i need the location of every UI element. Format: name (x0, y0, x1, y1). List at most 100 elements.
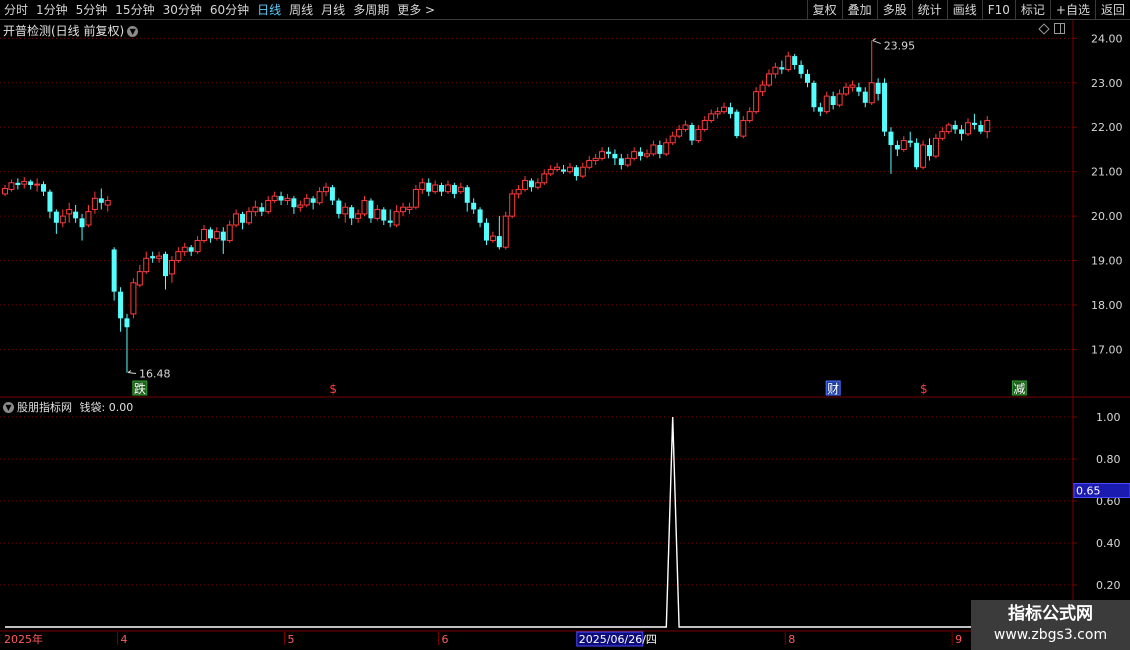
candle (541, 169, 548, 185)
price-tick-label: 19.00 (1091, 255, 1123, 268)
candle-body (971, 122, 977, 125)
candle (817, 102, 823, 117)
tool-button-2[interactable]: 多股 (876, 0, 912, 20)
panel-toggle-icon[interactable] (1054, 23, 1065, 34)
candle (669, 131, 676, 145)
candle-body (638, 151, 644, 157)
chevron-down-icon[interactable]: ▼ (3, 402, 14, 413)
candle-body (849, 84, 856, 88)
candle (201, 225, 208, 243)
candle-body (900, 140, 907, 150)
candle-body (150, 256, 156, 259)
low-arrow (127, 370, 137, 375)
chevron-down-icon[interactable]: ▼ (127, 26, 139, 37)
price-tick-label: 23.00 (1091, 77, 1123, 90)
candle-body (213, 231, 220, 239)
candle (79, 213, 85, 241)
period-tab-2[interactable]: 5分钟 (72, 0, 112, 20)
candle-body (579, 166, 586, 177)
period-tab-3[interactable]: 15分钟 (111, 0, 158, 20)
candle (426, 178, 432, 197)
candle-body (21, 180, 28, 185)
marker-text: 跌 (134, 381, 146, 396)
tool-button-6[interactable]: 标记 (1014, 0, 1050, 20)
candle-body (805, 73, 810, 83)
candle-body (41, 184, 47, 192)
current-value-label: 0.65 (1076, 485, 1101, 498)
candle-body (85, 211, 92, 226)
candle-body (631, 151, 638, 159)
period-tab-9[interactable]: 多周期 (349, 0, 393, 20)
candle (240, 211, 246, 230)
high-arrow (872, 38, 881, 45)
candle-body (439, 185, 445, 192)
candle-body (502, 215, 509, 248)
candle (156, 251, 163, 263)
period-tab-4[interactable]: 30分钟 (159, 0, 206, 20)
candle-body (28, 181, 34, 185)
candle-body (47, 191, 53, 212)
candle-body (734, 111, 740, 137)
candle (439, 182, 445, 197)
candle (727, 102, 733, 119)
candle-body (573, 167, 579, 177)
candle (605, 147, 611, 159)
candle-body (657, 145, 663, 154)
candle (387, 209, 393, 228)
candle (336, 198, 342, 219)
candle-body (181, 246, 188, 253)
candle-body (515, 188, 522, 195)
period-tab-7[interactable]: 周线 (285, 0, 317, 20)
candle (245, 207, 252, 225)
candle (978, 120, 984, 134)
candle-body (792, 56, 798, 65)
candle (265, 196, 272, 214)
tool-button-3[interactable]: 统计 (911, 0, 947, 20)
period-tab-6[interactable]: 日线 (253, 0, 285, 20)
candle (849, 80, 856, 92)
candle-body (612, 153, 618, 159)
candle-body (714, 111, 721, 115)
panel-controls (1038, 22, 1065, 35)
tool-button-8[interactable]: 返回 (1094, 0, 1130, 20)
candle (900, 136, 907, 152)
tool-button-7[interactable]: +自选 (1049, 0, 1095, 20)
indicator-title: ▼ 股朋指标网 钱袋: 0.00 (3, 399, 133, 415)
diamond-icon[interactable] (1038, 22, 1050, 35)
tool-button-5[interactable]: F10 (981, 0, 1015, 20)
tool-button-1[interactable]: 叠加 (841, 0, 877, 20)
candle-body (303, 197, 310, 206)
candle-body (271, 195, 278, 202)
indicator-tick-label: 0.40 (1096, 537, 1121, 550)
candle-body (907, 140, 913, 143)
candle (374, 205, 381, 221)
candle (21, 177, 28, 189)
candle (98, 188, 104, 210)
candle-body (259, 207, 265, 212)
candle-body (136, 271, 143, 286)
candle (862, 87, 868, 108)
period-tabs: 分时 1分钟 5分钟 15分钟 30分钟 60分钟 日线 周线 月线 多周期 更多 > (0, 0, 439, 20)
period-tab-10[interactable]: 更多 > (393, 0, 439, 20)
tool-button-0[interactable]: 复权 (806, 0, 842, 20)
candle-body (547, 168, 554, 175)
candle-body (118, 291, 124, 319)
candle (28, 179, 34, 190)
period-tab-8[interactable]: 月线 (317, 0, 349, 20)
candle-body (746, 111, 753, 122)
period-tab-1[interactable]: 1分钟 (32, 0, 72, 20)
candle-body (220, 231, 226, 241)
period-tab-5[interactable]: 60分钟 (206, 0, 253, 20)
candle (618, 153, 624, 170)
series-label: 钱袋: (79, 401, 106, 414)
candle (868, 40, 875, 105)
tool-button-4[interactable]: 画线 (946, 0, 982, 20)
candle-body (245, 211, 252, 224)
candle (175, 247, 182, 263)
candle-body (740, 120, 747, 137)
candle-body (98, 198, 104, 203)
candle-body (400, 206, 407, 213)
period-tab-0[interactable]: 分时 (0, 0, 32, 20)
candle-body (875, 82, 881, 94)
candle (118, 287, 124, 332)
